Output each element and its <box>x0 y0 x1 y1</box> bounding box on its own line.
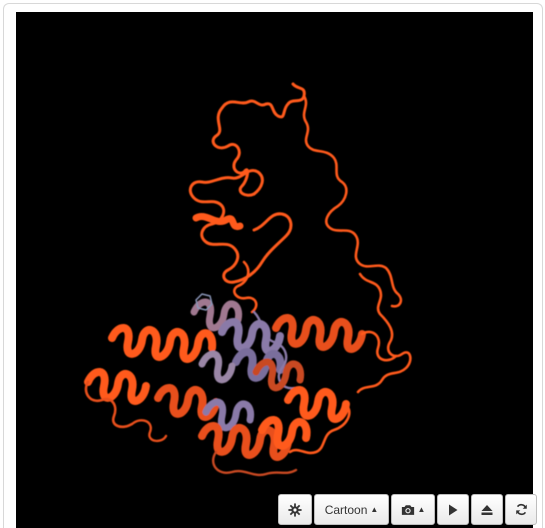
ribbon-helix <box>108 324 217 363</box>
ribbon-helix-core <box>218 318 284 355</box>
ribbon-helix-core <box>198 350 236 384</box>
protein-cartoon <box>84 82 412 477</box>
ribbon-loop <box>84 380 134 429</box>
ribbon-helix-small <box>192 213 244 231</box>
reset-button[interactable] <box>505 494 537 525</box>
eject-button[interactable] <box>471 494 503 525</box>
ribbon-loop <box>130 419 168 443</box>
play-icon <box>448 504 458 516</box>
ribbon-helix <box>284 386 350 423</box>
representation-label: Cartoon <box>324 502 368 517</box>
gear-icon <box>288 502 302 517</box>
screenshot-button[interactable]: ▲ <box>391 494 435 525</box>
ribbon-helix <box>84 368 150 405</box>
representation-dropdown[interactable]: Cartoon ▲ <box>314 494 389 525</box>
molecule-viewport[interactable] <box>16 12 533 528</box>
refresh-icon <box>515 503 528 516</box>
viewer-toolbar: Cartoon ▲ ▲ <box>278 494 537 528</box>
eject-icon <box>481 504 493 516</box>
spin-button[interactable] <box>437 494 469 525</box>
ribbon-loop <box>302 94 403 308</box>
ribbon-helix <box>272 314 366 353</box>
camera-icon <box>401 504 415 516</box>
caret-up-icon: ▲ <box>370 505 379 514</box>
caret-up-icon: ▲ <box>417 505 426 514</box>
settings-button[interactable] <box>278 494 312 525</box>
